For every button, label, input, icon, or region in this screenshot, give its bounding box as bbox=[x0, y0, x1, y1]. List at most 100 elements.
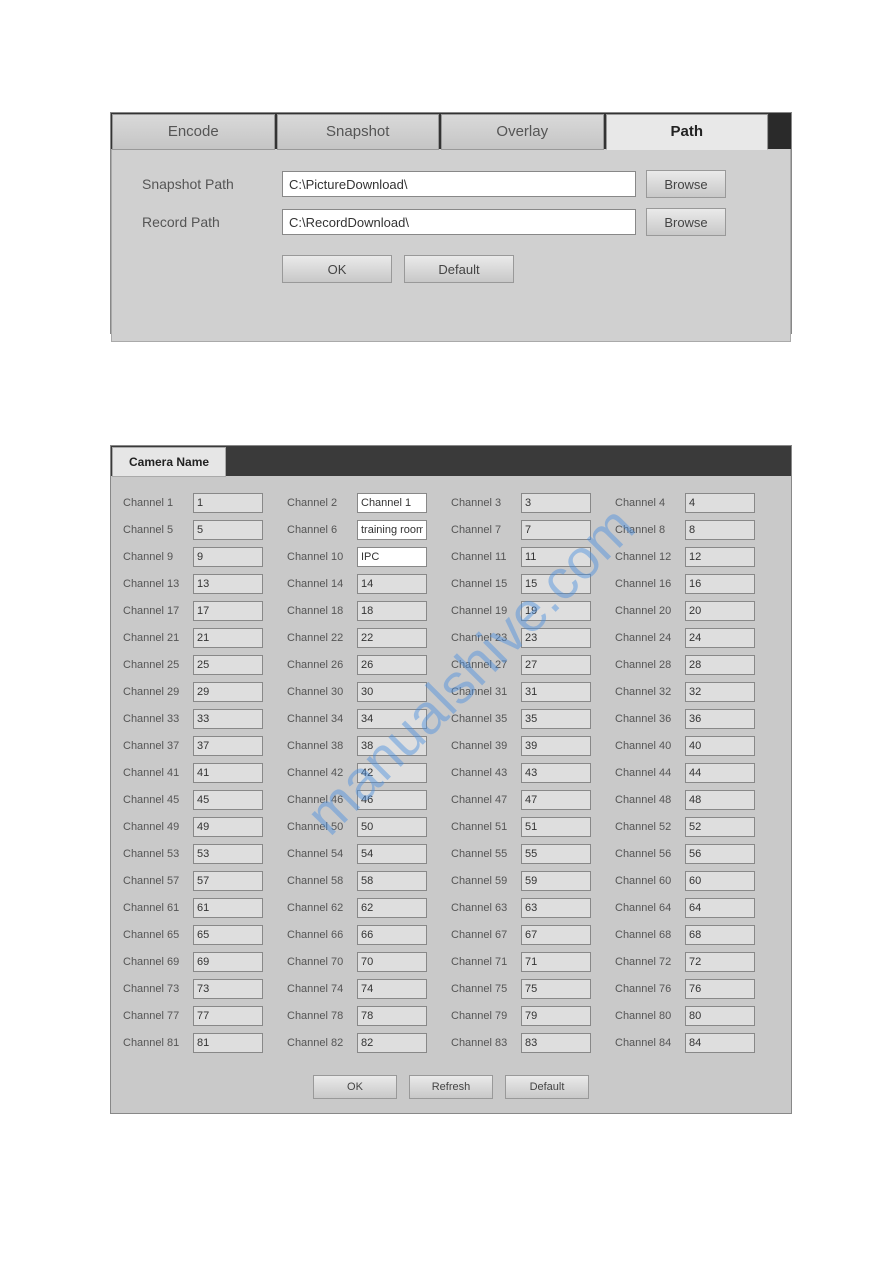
channel-input[interactable] bbox=[521, 898, 591, 918]
channel-input[interactable] bbox=[193, 790, 263, 810]
record-path-input[interactable] bbox=[282, 209, 636, 235]
channel-input[interactable] bbox=[521, 1006, 591, 1026]
channel-input[interactable] bbox=[193, 547, 263, 567]
channel-input[interactable] bbox=[193, 520, 263, 540]
channel-input[interactable] bbox=[357, 925, 427, 945]
channel-input[interactable] bbox=[357, 1033, 427, 1053]
channel-input[interactable] bbox=[685, 1006, 755, 1026]
channel-input[interactable] bbox=[357, 898, 427, 918]
channel-input[interactable] bbox=[521, 601, 591, 621]
channel-input[interactable] bbox=[193, 682, 263, 702]
channel-input[interactable] bbox=[193, 952, 263, 972]
tab-snapshot[interactable]: Snapshot bbox=[277, 114, 440, 150]
channel-input[interactable] bbox=[685, 682, 755, 702]
channel-input[interactable] bbox=[521, 655, 591, 675]
channel-input[interactable] bbox=[193, 898, 263, 918]
channel-input[interactable] bbox=[193, 655, 263, 675]
channel-input[interactable] bbox=[193, 871, 263, 891]
camera-ok-button[interactable]: OK bbox=[313, 1075, 397, 1099]
record-browse-button[interactable]: Browse bbox=[646, 208, 726, 236]
channel-input[interactable] bbox=[685, 844, 755, 864]
channel-input[interactable] bbox=[685, 925, 755, 945]
channel-input[interactable] bbox=[521, 628, 591, 648]
channel-input[interactable] bbox=[685, 628, 755, 648]
channel-input[interactable] bbox=[193, 817, 263, 837]
channel-input[interactable] bbox=[193, 574, 263, 594]
channel-input[interactable] bbox=[685, 871, 755, 891]
channel-input[interactable] bbox=[357, 817, 427, 837]
channel-input[interactable] bbox=[357, 763, 427, 783]
channel-input[interactable] bbox=[357, 574, 427, 594]
channel-input[interactable] bbox=[357, 1006, 427, 1026]
channel-input[interactable] bbox=[685, 520, 755, 540]
tab-path[interactable]: Path bbox=[606, 114, 769, 150]
channel-input[interactable] bbox=[685, 655, 755, 675]
channel-input[interactable] bbox=[357, 655, 427, 675]
channel-input[interactable] bbox=[521, 682, 591, 702]
channel-input[interactable] bbox=[521, 709, 591, 729]
channel-input[interactable] bbox=[193, 628, 263, 648]
channel-input[interactable] bbox=[521, 871, 591, 891]
channel-input[interactable] bbox=[193, 1033, 263, 1053]
ok-button[interactable]: OK bbox=[282, 255, 392, 283]
channel-input[interactable] bbox=[357, 871, 427, 891]
channel-input[interactable] bbox=[357, 628, 427, 648]
camera-default-button[interactable]: Default bbox=[505, 1075, 589, 1099]
channel-input[interactable] bbox=[357, 547, 427, 567]
channel-input[interactable] bbox=[357, 493, 427, 513]
channel-input[interactable] bbox=[685, 709, 755, 729]
channel-input[interactable] bbox=[193, 1006, 263, 1026]
channel-label: Channel 53 bbox=[123, 848, 193, 860]
channel-input[interactable] bbox=[193, 979, 263, 999]
channel-input[interactable] bbox=[685, 736, 755, 756]
channel-pair: Channel 2 bbox=[287, 493, 451, 513]
channel-input[interactable] bbox=[521, 790, 591, 810]
tab-overlay[interactable]: Overlay bbox=[441, 114, 604, 150]
channel-input[interactable] bbox=[193, 736, 263, 756]
camera-refresh-button[interactable]: Refresh bbox=[409, 1075, 493, 1099]
tab-encode[interactable]: Encode bbox=[112, 114, 275, 150]
channel-input[interactable] bbox=[193, 925, 263, 945]
channel-input[interactable] bbox=[521, 763, 591, 783]
channel-input[interactable] bbox=[521, 493, 591, 513]
channel-input[interactable] bbox=[685, 898, 755, 918]
channel-input[interactable] bbox=[193, 844, 263, 864]
channel-input[interactable] bbox=[685, 601, 755, 621]
channel-input[interactable] bbox=[193, 493, 263, 513]
channel-input[interactable] bbox=[521, 547, 591, 567]
channel-input[interactable] bbox=[193, 763, 263, 783]
channel-input[interactable] bbox=[685, 817, 755, 837]
tab-camera-name[interactable]: Camera Name bbox=[112, 447, 226, 477]
channel-input[interactable] bbox=[357, 709, 427, 729]
channel-input[interactable] bbox=[357, 520, 427, 540]
channel-input[interactable] bbox=[357, 844, 427, 864]
channel-input[interactable] bbox=[521, 952, 591, 972]
channel-input[interactable] bbox=[685, 1033, 755, 1053]
channel-input[interactable] bbox=[357, 682, 427, 702]
snapshot-browse-button[interactable]: Browse bbox=[646, 170, 726, 198]
channel-input[interactable] bbox=[685, 979, 755, 999]
channel-input[interactable] bbox=[685, 952, 755, 972]
channel-input[interactable] bbox=[193, 709, 263, 729]
channel-input[interactable] bbox=[193, 601, 263, 621]
channel-input[interactable] bbox=[357, 790, 427, 810]
channel-input[interactable] bbox=[357, 952, 427, 972]
channel-input[interactable] bbox=[521, 1033, 591, 1053]
channel-input[interactable] bbox=[685, 574, 755, 594]
channel-input[interactable] bbox=[685, 493, 755, 513]
channel-input[interactable] bbox=[685, 790, 755, 810]
channel-input[interactable] bbox=[685, 547, 755, 567]
channel-input[interactable] bbox=[685, 763, 755, 783]
channel-input[interactable] bbox=[521, 979, 591, 999]
channel-input[interactable] bbox=[521, 574, 591, 594]
channel-input[interactable] bbox=[357, 979, 427, 999]
channel-input[interactable] bbox=[521, 844, 591, 864]
channel-input[interactable] bbox=[521, 925, 591, 945]
channel-input[interactable] bbox=[521, 736, 591, 756]
channel-input[interactable] bbox=[357, 601, 427, 621]
channel-input[interactable] bbox=[521, 817, 591, 837]
channel-input[interactable] bbox=[521, 520, 591, 540]
default-button[interactable]: Default bbox=[404, 255, 514, 283]
channel-input[interactable] bbox=[357, 736, 427, 756]
snapshot-path-input[interactable] bbox=[282, 171, 636, 197]
